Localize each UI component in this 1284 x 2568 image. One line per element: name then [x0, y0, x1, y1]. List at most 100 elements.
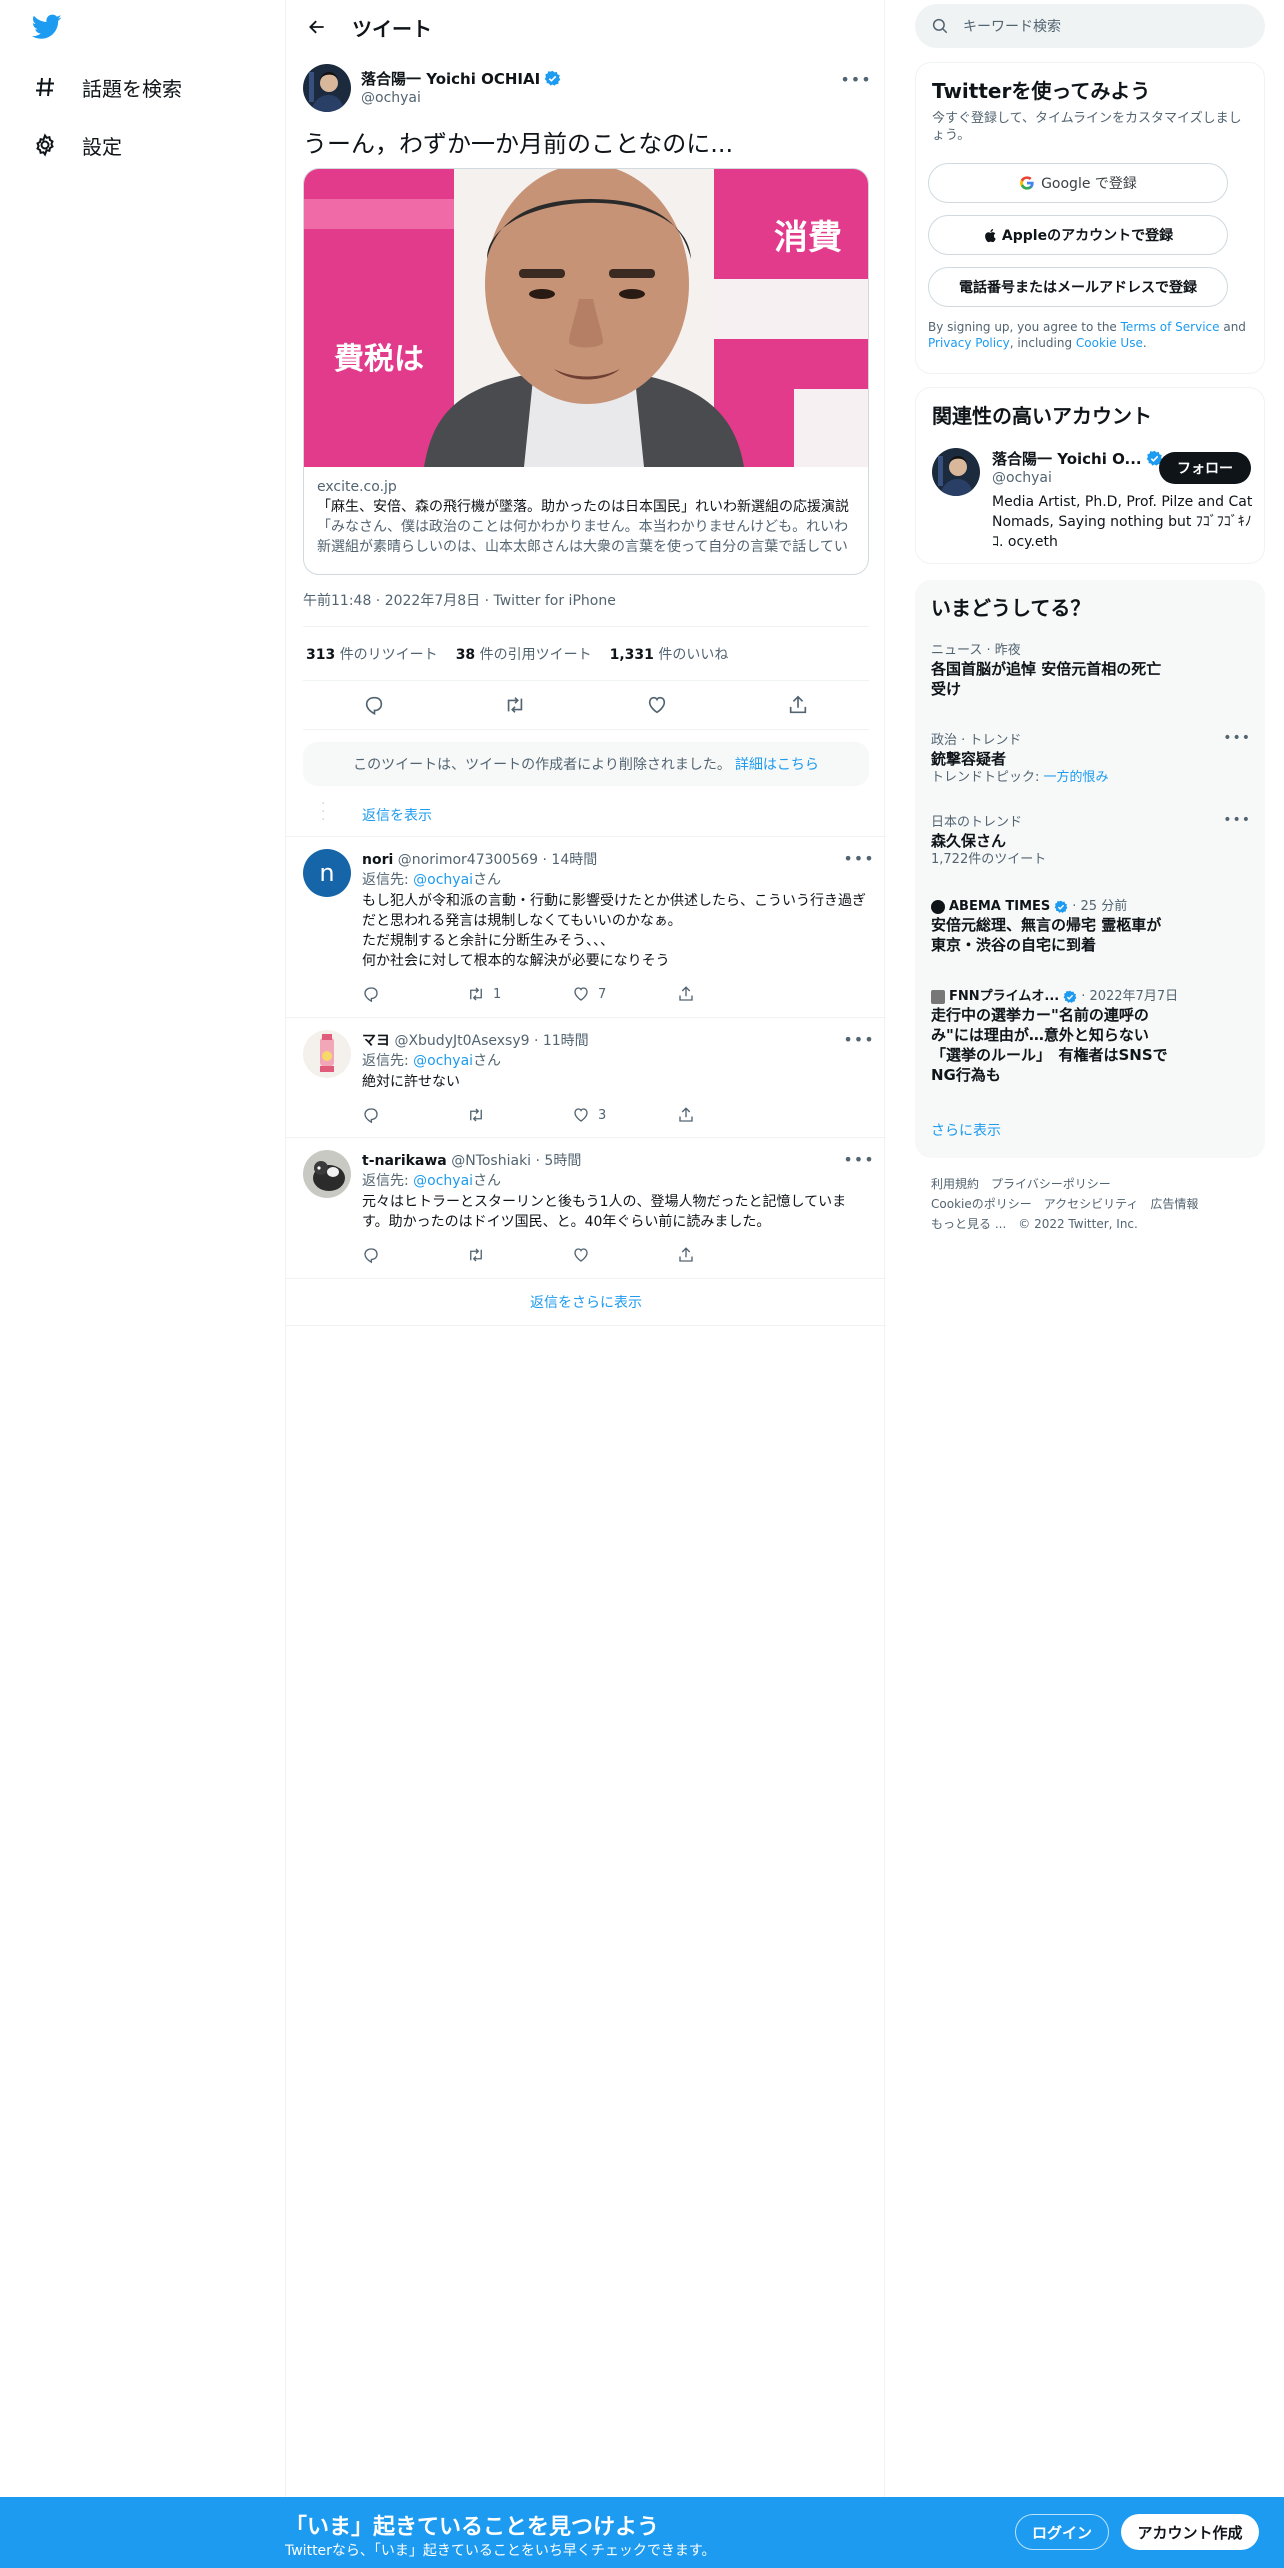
nav-explore[interactable]: 話題を検索: [30, 65, 182, 109]
reply-reply[interactable]: [356, 979, 461, 1009]
author-handle[interactable]: @ochyai: [361, 90, 421, 106]
footer-link[interactable]: 広告情報: [1150, 1197, 1198, 1211]
reply-time[interactable]: · 11時間: [534, 1033, 589, 1049]
news-item[interactable]: ABEMA TIMES · 25 分前 安倍元総理、無言の帰宅 霊柩車が東京・渋…: [931, 898, 1251, 955]
reply-reply[interactable]: [356, 1240, 461, 1270]
replying-to-link[interactable]: @ochyai: [413, 1053, 473, 1069]
reply-name[interactable]: nori: [362, 852, 393, 868]
hashtag-icon: [30, 72, 60, 102]
tweet-timestamp[interactable]: 午前11:48 · 2022年7月8日 · Twitter for iPhone: [303, 590, 616, 610]
retweet-icon: [461, 979, 491, 1009]
link-card[interactable]: 消費 費税は excite.co.jp 「麻生、安倍、森の飛行機が墜落。助かった…: [303, 168, 869, 575]
more-icon[interactable]: •••: [843, 1026, 873, 1052]
replying-suffix: さん: [473, 1053, 502, 1069]
tweet-text: うーん，わずか一か月前のことなのに...: [303, 130, 734, 158]
reply-tweet[interactable]: t-narikawa @NToshiaki · 5時間 ••• 返信先: @oc…: [286, 1137, 886, 1278]
replying-prefix: 返信先:: [362, 1173, 414, 1189]
reply-tweet[interactable]: マヨ @XbudyJt0Asexsy9 · 11時間 ••• 返信先: @och…: [286, 1017, 886, 1137]
reply-avatar[interactable]: [303, 1150, 351, 1198]
apple-signup-button[interactable]: Appleのアカウントで登録: [928, 215, 1228, 255]
more-icon[interactable]: •••: [1223, 812, 1251, 828]
retweet-icon[interactable]: [500, 690, 530, 720]
reply-name[interactable]: マヨ: [362, 1033, 390, 1049]
back-arrow-icon[interactable]: [302, 12, 332, 42]
trends-show-more[interactable]: さらに表示: [931, 1120, 1251, 1140]
trend-topic-link[interactable]: 一方的恨み: [1044, 770, 1109, 785]
privacy-link[interactable]: Privacy Policy: [928, 336, 1010, 350]
footer-link[interactable]: 利用規約: [931, 1177, 979, 1191]
reply-time[interactable]: · 14時間: [543, 852, 598, 868]
reply-tweet[interactable]: n nori @norimor47300569 · 14時間 ••• 返信先: …: [286, 836, 886, 1017]
footer-link[interactable]: Cookieのポリシー: [931, 1197, 1032, 1211]
search-bar[interactable]: キーワード検索: [915, 4, 1265, 48]
replying-to: 返信先: @ochyaiさん: [362, 869, 501, 889]
reply-handle[interactable]: @norimor47300569: [398, 852, 538, 868]
like-count-link[interactable]: 1,331 件のいいね: [610, 644, 729, 664]
footer-link[interactable]: アクセシビリティ: [1044, 1197, 1139, 1211]
footer-link[interactable]: プライバシーポリシー: [991, 1177, 1111, 1191]
reply-share[interactable]: [671, 1100, 776, 1130]
replying-to-link[interactable]: @ochyai: [413, 872, 473, 888]
replying-to: 返信先: @ochyaiさん: [362, 1170, 501, 1190]
create-account-button[interactable]: アカウント作成: [1121, 2514, 1259, 2550]
more-icon[interactable]: •••: [1223, 730, 1251, 746]
author-name[interactable]: 落合陽一 Yoichi OCHIAI: [361, 68, 561, 89]
related-handle[interactable]: @ochyai: [992, 470, 1052, 486]
show-more-replies-button[interactable]: 返信をさらに表示: [286, 1278, 886, 1326]
more-icon[interactable]: •••: [843, 1146, 873, 1172]
trend-item[interactable]: ••• 政治 · トレンド 銃撃容疑者 トレンドトピック: 一方的恨み: [931, 730, 1251, 786]
reply-retweet[interactable]: [461, 1100, 566, 1130]
phone-email-signup-label: 電話番号またはメールアドレスで登録: [959, 280, 1197, 296]
reply-share[interactable]: [671, 1240, 776, 1270]
trend-item[interactable]: ニュース · 昨夜 各国首脳が追悼 安倍元首相の死亡受け: [931, 642, 1251, 699]
reply-avatar[interactable]: [303, 1030, 351, 1078]
reply-handle[interactable]: @NToshiaki: [451, 1153, 531, 1169]
more-icon[interactable]: •••: [843, 845, 873, 871]
author-avatar[interactable]: [303, 64, 351, 112]
share-icon[interactable]: [783, 690, 813, 720]
reply-reply[interactable]: [356, 1100, 461, 1130]
reply-handle[interactable]: @XbudyJt0Asexsy9: [394, 1033, 529, 1049]
show-replies-link[interactable]: 返信を表示: [362, 805, 432, 825]
trend-item[interactable]: ••• 日本のトレンド 森久保さん 1,722件のツイート: [931, 812, 1251, 868]
reply-retweet[interactable]: 1: [461, 979, 566, 1009]
reply-like[interactable]: 7: [566, 979, 671, 1009]
footer-link[interactable]: もっと見る ...: [931, 1217, 1006, 1231]
author-name-text: 落合陽一 Yoichi OCHIAI: [361, 70, 541, 88]
reply-retweet[interactable]: [461, 1240, 566, 1270]
reply-like[interactable]: 3: [566, 1100, 671, 1130]
nav-settings[interactable]: 設定: [30, 123, 122, 167]
terms-link[interactable]: Terms of Service: [1121, 320, 1220, 334]
related-name[interactable]: 落合陽一 Yoichi O...: [992, 448, 1163, 469]
phone-email-signup-button[interactable]: 電話番号またはメールアドレスで登録: [928, 267, 1228, 307]
nav-explore-label: 話題を検索: [82, 76, 182, 101]
twitter-logo-icon[interactable]: [32, 14, 66, 44]
footer-links: 利用規約 プライバシーポリシー Cookieのポリシー アクセシビリティ 広告情報 も…: [931, 1174, 1261, 1234]
replying-to-link[interactable]: @ochyai: [413, 1173, 473, 1189]
search-input[interactable]: キーワード検索: [963, 16, 1061, 36]
quote-count-link[interactable]: 38 件の引用ツイート: [456, 644, 592, 664]
svg-text:消費: 消費: [774, 218, 842, 258]
reply-name[interactable]: t-narikawa: [362, 1153, 447, 1169]
page-header: ツイート: [286, 0, 884, 54]
more-icon[interactable]: •••: [840, 66, 870, 92]
card-title: 「麻生、安倍、森の飛行機が墜落。助かったのは日本国民」れいわ新選組の応援演説: [317, 499, 849, 515]
card-image: 消費 費税は: [304, 169, 868, 467]
related-avatar[interactable]: [932, 448, 980, 496]
login-button[interactable]: ログイン: [1015, 2514, 1109, 2550]
learn-more-link[interactable]: 詳細はこちら: [735, 754, 819, 774]
news-item[interactable]: FNNプライムオ... · 2022年7月7日 走行中の選挙カー"名前の連呼のみ…: [931, 988, 1251, 1085]
retweet-count-label: 件のリツイート: [339, 647, 438, 663]
retweet-count-link[interactable]: 313 件のリツイート: [306, 644, 438, 664]
reply-icon[interactable]: [359, 690, 389, 720]
share-icon: [671, 979, 701, 1009]
reply-like[interactable]: [566, 1240, 671, 1270]
reply-time[interactable]: · 5時間: [536, 1153, 582, 1169]
cookie-link[interactable]: Cookie Use: [1076, 336, 1143, 350]
google-signup-button[interactable]: Google で登録: [928, 163, 1228, 203]
like-icon[interactable]: [642, 690, 672, 720]
card-domain: excite.co.jp: [317, 479, 397, 495]
reply-avatar[interactable]: n: [303, 849, 351, 897]
reply-share[interactable]: [671, 979, 776, 1009]
follow-button[interactable]: フォロー: [1159, 452, 1251, 484]
